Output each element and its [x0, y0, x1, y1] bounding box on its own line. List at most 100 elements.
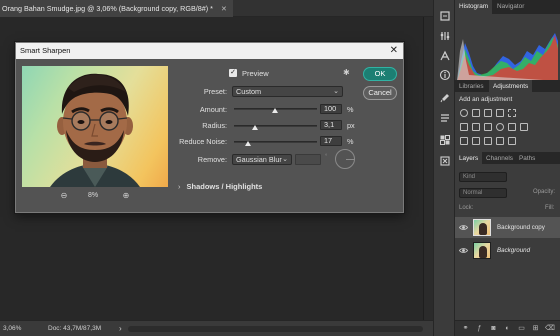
- gradient-map-icon[interactable]: [508, 137, 516, 145]
- degree-symbol: °: [325, 154, 328, 160]
- preset-select[interactable]: Custom ⌄: [232, 86, 343, 97]
- layers-panel: Kind Normal Opacity: Lock: Fill: Backgro…: [455, 164, 560, 320]
- shadows-highlights-label: Shadows / Highlights: [186, 182, 263, 191]
- portrait-illustration: [50, 73, 140, 187]
- remove-select[interactable]: Gaussian Blur ⌄: [232, 154, 292, 165]
- layer-row-background-copy[interactable]: Background copy: [455, 217, 560, 238]
- adjustment-layer-icon[interactable]: ◐: [503, 324, 512, 333]
- amount-slider-handle[interactable]: [271, 108, 278, 113]
- zoom-level[interactable]: 3,06%: [3, 325, 21, 332]
- properties-icon[interactable]: [439, 30, 451, 42]
- angle-input: [295, 154, 321, 165]
- vertical-scrollbar[interactable]: [423, 17, 433, 320]
- status-menu-arrow-icon[interactable]: ›: [119, 324, 122, 333]
- visibility-eye-icon[interactable]: [459, 223, 468, 232]
- channel-mixer-icon[interactable]: [508, 123, 516, 131]
- radius-unit: px: [347, 121, 355, 130]
- hue-saturation-icon[interactable]: [460, 123, 468, 131]
- group-folder-icon[interactable]: ▭: [517, 324, 526, 333]
- paragraph-icon[interactable]: [439, 112, 451, 124]
- add-adjustment-label: Add an adjustment: [459, 96, 513, 103]
- preview-checkbox[interactable]: ✓: [229, 69, 237, 77]
- info-icon[interactable]: [439, 69, 451, 81]
- reduce-noise-value: 17: [324, 136, 333, 145]
- settings-gear-icon[interactable]: ✱: [343, 68, 350, 77]
- brush-settings-icon[interactable]: [439, 92, 451, 104]
- visibility-eye-icon[interactable]: [459, 246, 468, 255]
- color-lookup-icon[interactable]: [520, 123, 528, 131]
- tab-histogram[interactable]: Histogram: [455, 0, 493, 14]
- curves-icon[interactable]: [484, 109, 492, 117]
- layer-mask-icon[interactable]: ◙: [489, 324, 498, 333]
- amount-input[interactable]: 100: [320, 104, 342, 114]
- preset-value: Custom: [236, 87, 262, 96]
- black-white-icon[interactable]: [484, 123, 492, 131]
- doc-size-info: Doc: 43,7M/87,3M: [48, 325, 102, 332]
- history-icon[interactable]: [439, 10, 451, 22]
- blend-mode-select[interactable]: Normal: [459, 188, 507, 198]
- swatches-icon[interactable]: [439, 134, 451, 146]
- layer-name[interactable]: Background: [497, 247, 530, 254]
- chevron-right-icon: ›: [178, 182, 181, 191]
- layer-row-background[interactable]: Background: [455, 240, 560, 261]
- kind-filter-label: Kind: [463, 174, 476, 180]
- link-layers-icon[interactable]: ⚭: [461, 324, 470, 333]
- amount-label: Amount:: [199, 105, 227, 114]
- fill-label: Fill:: [545, 205, 555, 211]
- radius-slider-handle[interactable]: [251, 125, 258, 130]
- amount-value: 100: [324, 104, 337, 113]
- zoom-in-icon[interactable]: ⊕: [121, 191, 131, 201]
- exposure-icon[interactable]: [496, 109, 504, 117]
- horizontal-scrollbar[interactable]: [128, 326, 423, 332]
- selective-color-icon[interactable]: [496, 137, 504, 145]
- new-layer-icon[interactable]: ⊞: [531, 324, 540, 333]
- cancel-button[interactable]: Cancel: [363, 86, 397, 100]
- histogram-tab-row: Histogram Navigator: [455, 0, 560, 14]
- smart-sharpen-dialog: Smart Sharpen ✕ ⊖ 8% ⊕ ✓ Preview ✱ OK Ca…: [15, 42, 404, 213]
- document-tab[interactable]: Orang Bahan Smudge.jpg @ 3,06% (Backgrou…: [0, 0, 233, 17]
- layer-kind-filter[interactable]: Kind: [459, 172, 507, 182]
- threshold-icon[interactable]: [484, 137, 492, 145]
- reduce-noise-slider-handle[interactable]: [245, 141, 252, 146]
- levels-icon[interactable]: [472, 109, 480, 117]
- trash-icon[interactable]: ⌫: [545, 324, 555, 333]
- blend-mode-value: Normal: [463, 190, 483, 196]
- photo-filter-icon[interactable]: [496, 123, 504, 131]
- angle-dial: [335, 149, 355, 169]
- glyphs-icon[interactable]: [439, 155, 451, 167]
- close-icon[interactable]: ✕: [390, 43, 398, 59]
- preset-label: Preset:: [203, 87, 227, 96]
- posterize-icon[interactable]: [472, 137, 480, 145]
- tab-navigator[interactable]: Navigator: [493, 0, 528, 14]
- layer-style-icon[interactable]: ƒ: [475, 324, 484, 333]
- radius-slider[interactable]: [234, 125, 317, 130]
- close-icon[interactable]: ✕: [221, 4, 227, 13]
- layer-thumbnail: [473, 219, 491, 236]
- right-panels: Histogram Navigator Libraries Adjustment…: [455, 0, 560, 336]
- reduce-noise-label: Reduce Noise:: [179, 137, 227, 146]
- shadows-highlights-section[interactable]: › Shadows / Highlights: [178, 182, 262, 191]
- lock-label: Lock:: [459, 205, 474, 211]
- remove-label: Remove:: [197, 155, 227, 164]
- amount-slider[interactable]: [234, 108, 317, 113]
- reduce-noise-input[interactable]: 17: [320, 136, 342, 146]
- layer-name[interactable]: Background copy: [497, 224, 545, 231]
- status-bar: 3,06% Doc: 43,7M/87,3M ›: [0, 320, 433, 336]
- color-balance-icon[interactable]: [472, 123, 480, 131]
- brightness-contrast-icon[interactable]: [460, 109, 468, 117]
- preview-image[interactable]: [22, 66, 168, 187]
- zoom-out-icon[interactable]: ⊖: [59, 191, 69, 201]
- dialog-title-bar[interactable]: Smart Sharpen ✕: [16, 43, 403, 59]
- chevron-down-icon: ⌄: [282, 156, 288, 163]
- radius-input[interactable]: 3,1: [320, 120, 342, 130]
- chevron-down-icon: ⌄: [333, 88, 339, 95]
- reduce-noise-slider[interactable]: [234, 141, 317, 146]
- ok-button[interactable]: OK: [363, 67, 397, 81]
- layers-footer: ⚭ ƒ ◙ ◐ ▭ ⊞ ⌫: [455, 320, 560, 336]
- character-icon[interactable]: [439, 50, 451, 62]
- dialog-title: Smart Sharpen: [20, 46, 71, 55]
- invert-icon[interactable]: [460, 137, 468, 145]
- vibrance-icon[interactable]: [508, 109, 516, 117]
- preview-label[interactable]: Preview: [242, 69, 269, 78]
- adjustments-panel: Add an adjustment: [455, 92, 560, 152]
